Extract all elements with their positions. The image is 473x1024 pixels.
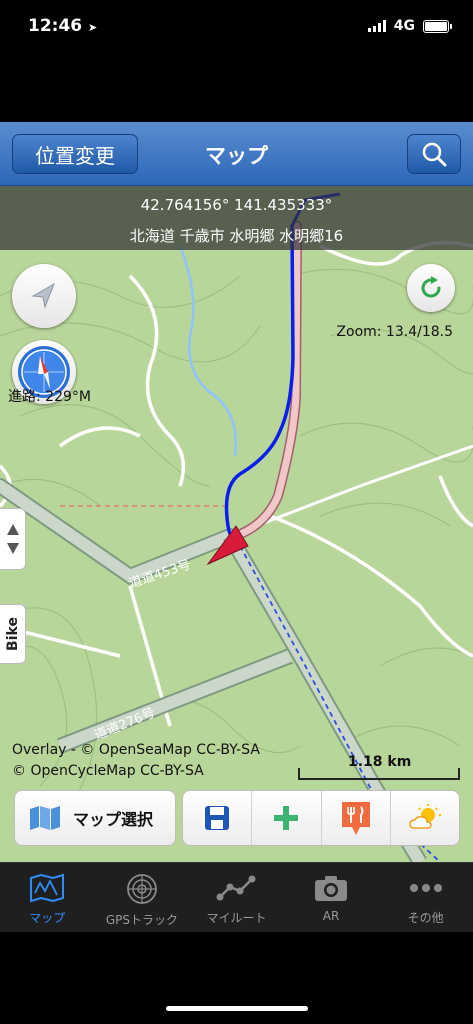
tab-label: その他	[407, 911, 444, 925]
more-icon	[409, 884, 442, 892]
map-icon	[30, 873, 65, 903]
restaurant-button[interactable]	[322, 791, 391, 845]
map-select-label: マップ選択	[73, 810, 154, 829]
tab-label: マイルート	[206, 911, 267, 925]
add-icon	[274, 806, 299, 830]
signal-bars-icon	[367, 20, 386, 32]
locate-button[interactable]	[12, 264, 76, 328]
search-icon	[422, 142, 447, 167]
refresh-icon	[421, 276, 441, 298]
bike-layer-tab[interactable]: Bike	[0, 604, 26, 664]
tab-label: GPSトラック	[105, 913, 178, 927]
add-button[interactable]	[252, 791, 322, 845]
save-button[interactable]	[183, 791, 253, 845]
map-view[interactable]: 道道453号 道道276号 42.764156° 141.435333° 北海道…	[0, 186, 473, 862]
search-button[interactable]	[407, 134, 461, 174]
trails	[0, 240, 473, 727]
radar-icon	[126, 874, 157, 904]
weather-button[interactable]	[391, 791, 459, 845]
location-arrow-icon	[31, 282, 55, 309]
map-tools-group	[182, 790, 460, 846]
tab-bar: マップ GPSトラック マイルート AR その他	[0, 862, 473, 932]
network-type: 4G	[393, 18, 415, 34]
status-indicators: 4G	[367, 18, 452, 34]
status-bar: 12:46 ➤ 4G	[0, 0, 473, 122]
battery-icon	[423, 19, 452, 33]
heading-text: 進路: 229°M	[8, 389, 91, 405]
camera-icon	[315, 876, 348, 901]
tab-ar[interactable]: AR	[284, 863, 379, 932]
planned-route	[231, 222, 301, 540]
navigation-bar: 位置変更 マップ	[0, 122, 473, 186]
save-icon	[205, 806, 230, 830]
tab-my-route[interactable]: マイルート	[189, 863, 284, 932]
tab-more[interactable]: その他	[378, 863, 473, 932]
coordinates-text: 42.764156° 141.435333°	[140, 196, 333, 214]
attribution-overlay: Overlay - © OpenSeaMap CC-BY-SA	[12, 742, 260, 758]
map-icon	[30, 806, 60, 830]
map-select-button[interactable]: マップ選択	[14, 790, 176, 846]
refresh-button[interactable]	[407, 264, 455, 312]
page-title: マップ	[205, 144, 268, 168]
location-arrow-icon: ➤	[88, 21, 98, 34]
attribution-cycle: © OpenCycleMap CC-BY-SA	[12, 763, 204, 779]
status-time: 12:46 ➤	[28, 16, 98, 36]
bike-tab-label: Bike	[4, 617, 21, 651]
tab-map[interactable]: マップ	[0, 863, 95, 932]
route-icon	[216, 875, 256, 901]
up-down-arrows-icon	[6, 524, 19, 554]
scale-bar	[298, 768, 460, 780]
weather-icon	[409, 804, 441, 829]
tab-label: AR	[322, 909, 340, 923]
route-outline	[230, 221, 302, 541]
restaurant-pin-icon	[341, 802, 370, 835]
tab-label: マップ	[29, 911, 66, 925]
tab-gps-track[interactable]: GPSトラック	[95, 863, 190, 932]
location-info-bar: 42.764156° 141.435333° 北海道 千歳市 水明郷 水明郷16	[0, 186, 473, 250]
river	[178, 245, 237, 457]
layer-scroll-toggle[interactable]	[0, 508, 26, 570]
zoom-level-text: Zoom: 13.4/18.5	[336, 324, 453, 340]
address-text: 北海道 千歳市 水明郷 水明郷16	[129, 227, 344, 245]
home-indicator[interactable]	[166, 1006, 308, 1011]
